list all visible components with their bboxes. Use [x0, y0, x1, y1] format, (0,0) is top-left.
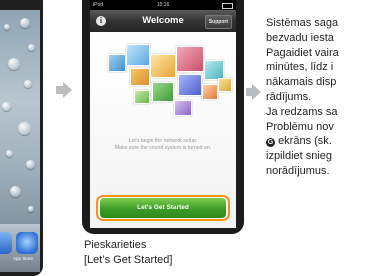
- app-store-icon[interactable]: [16, 232, 38, 254]
- water-drop: [26, 160, 35, 169]
- water-drop: [8, 58, 20, 70]
- water-drop: [24, 80, 32, 88]
- water-drop: [20, 18, 30, 28]
- photo-tile: [204, 60, 224, 80]
- instruction-line: bezvadu iesta: [266, 31, 334, 44]
- instruction-line: izpildiet snieg: [266, 150, 333, 163]
- step-marker-icon: G: [266, 138, 275, 148]
- instruction-line: norādījumus.: [266, 164, 330, 177]
- instruction-line-text: ekrāns (sk.: [278, 135, 332, 148]
- status-bar: iPod 15:16: [90, 0, 236, 10]
- instruction-line: minūtes, līdz i: [266, 61, 334, 74]
- instruction-line: Problēmu nov: [266, 120, 334, 133]
- navigation-bar: i Welcome Support: [90, 10, 236, 32]
- photo-tile: [108, 54, 126, 72]
- water-drop: [6, 150, 13, 157]
- photo-tile: [178, 74, 202, 96]
- app-store-label: App Store: [13, 256, 34, 261]
- photo-tile: [174, 100, 192, 116]
- water-drop: [28, 44, 35, 51]
- instruction-line: Sistēmas saga: [266, 17, 339, 29]
- photo-tile: [176, 46, 204, 72]
- home-screen-phone: App Store: [0, 0, 43, 276]
- water-drop: [10, 186, 21, 197]
- instruction-text: Sistēmas saga bezvadu iesta Pagaidiet va…: [266, 16, 370, 179]
- battery-icon: [222, 3, 233, 9]
- iphone-device: iPod 15:16 i Welcome Support Let's begin…: [82, 0, 244, 234]
- photo-tile: [126, 44, 150, 66]
- water-drop: [18, 122, 31, 135]
- status-time: 15:16: [156, 2, 170, 8]
- caption-line: Pieskarieties: [84, 239, 147, 251]
- setup-message-line: Make sure the sound system is turned on.: [114, 145, 212, 151]
- home-screen-wallpaper: App Store: [0, 10, 40, 272]
- water-drop: [28, 206, 34, 212]
- photo-tile: [134, 90, 150, 104]
- instruction-line: Pagaidiet vaira: [266, 46, 339, 59]
- photo-tile: [202, 84, 218, 100]
- photo-collage: [90, 32, 236, 132]
- lets-get-started-button[interactable]: Let's Get Started: [100, 198, 226, 218]
- app-screen: iPod 15:16 i Welcome Support Let's begin…: [90, 0, 236, 228]
- photo-tile: [152, 82, 174, 102]
- caption-line: [Let’s Get Started]: [84, 254, 173, 266]
- support-button[interactable]: Support: [204, 15, 232, 29]
- photo-tile: [130, 68, 150, 86]
- photo-tile: [150, 54, 176, 78]
- water-drop: [4, 24, 10, 30]
- dock: App Store: [0, 224, 40, 272]
- instruction-line: G ekrāns (sk.: [266, 134, 370, 149]
- setup-message: Let's begin the network setup. Make sure…: [90, 138, 236, 152]
- app-icon[interactable]: [0, 232, 12, 254]
- instruction-line: nākamais disp: [266, 76, 337, 89]
- photo-tile: [218, 78, 232, 92]
- instruction-line: Ja redzams sa: [266, 105, 338, 118]
- welcome-content: Let's begin the network setup. Make sure…: [90, 32, 236, 228]
- step-caption: Pieskarieties [Let’s Get Started]: [84, 238, 172, 268]
- water-drop: [2, 102, 11, 111]
- instruction-line: rādījums.: [266, 90, 312, 103]
- setup-message-line: Let's begin the network setup.: [128, 138, 198, 144]
